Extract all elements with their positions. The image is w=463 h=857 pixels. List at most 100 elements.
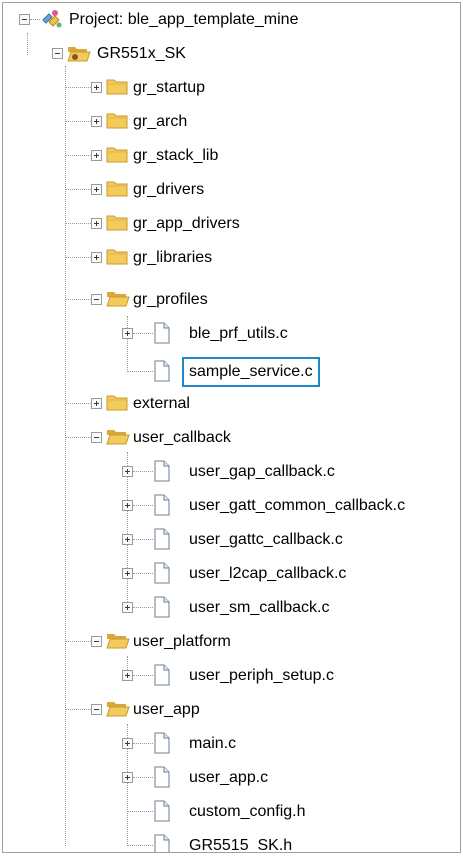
tree-row-label: user_app [133, 701, 200, 718]
tree-guide-line [65, 155, 91, 156]
tree-row-label: gr_drivers [133, 181, 205, 198]
folder-icon [106, 214, 128, 237]
collapse-toggle[interactable] [91, 432, 102, 443]
tree-guide-line [65, 709, 91, 710]
tree-row-folder[interactable]: user_callback [3, 421, 460, 455]
tree-row-label: gr_startup [133, 79, 206, 96]
folder-icon [106, 112, 128, 135]
tree-row-label: gr_libraries [133, 249, 213, 266]
file-icon [153, 494, 171, 521]
tree-row-folder[interactable]: user_app [3, 693, 460, 727]
tree-row-folder[interactable]: external [3, 387, 460, 421]
tree-row-file[interactable]: user_app.c [3, 761, 460, 795]
tree-row-file[interactable]: GR5515_SK.h [3, 829, 460, 853]
open-folder-icon [106, 428, 130, 451]
tree-guide-line [65, 121, 91, 122]
tree-row-file-selected[interactable]: sample_service.c [3, 355, 460, 389]
tree-row-label: custom_config.h [189, 803, 306, 820]
tree-row-file[interactable]: custom_config.h [3, 795, 460, 829]
expand-toggle[interactable] [122, 534, 133, 545]
tree-row-label: sample_service.c [182, 357, 320, 387]
tree-guide-line [133, 743, 153, 744]
file-icon [153, 800, 171, 827]
expand-toggle[interactable] [122, 772, 133, 783]
tree-row-label: GR5515_SK.h [189, 837, 293, 853]
tree-row-file[interactable]: user_l2cap_callback.c [3, 557, 460, 591]
tree-row-folder[interactable]: gr_stack_lib [3, 139, 460, 173]
tree-row-folder[interactable]: user_platform [3, 625, 460, 659]
tree-guide-line [65, 403, 91, 404]
tree-guide-line [133, 471, 153, 472]
file-icon [153, 562, 171, 589]
tree-row-label: user_l2cap_callback.c [189, 565, 347, 582]
expand-toggle[interactable] [122, 328, 133, 339]
file-icon [153, 460, 171, 487]
tree-row-label: user_sm_callback.c [189, 599, 330, 616]
tree-row-label: user_callback [133, 429, 231, 446]
expand-toggle[interactable] [91, 150, 102, 161]
tree-row-label: Project: ble_app_template_mine [69, 11, 299, 28]
tree-guide-line [133, 777, 153, 778]
tree-guide-line [133, 539, 153, 540]
collapse-toggle[interactable] [52, 48, 63, 59]
tree-row-folder[interactable]: gr_profiles [3, 283, 460, 317]
expand-toggle[interactable] [91, 116, 102, 127]
tree-row-label: user_app.c [189, 769, 269, 786]
collapse-toggle[interactable] [91, 704, 102, 715]
folder-icon [106, 248, 128, 271]
file-icon [153, 732, 171, 759]
project-icon [39, 8, 63, 35]
tree-guide-line [65, 223, 91, 224]
file-icon [153, 528, 171, 555]
tree-row-file[interactable]: user_gattc_callback.c [3, 523, 460, 557]
file-icon [153, 834, 171, 852]
open-folder-icon [106, 290, 130, 313]
file-icon [153, 664, 171, 691]
tree-row-file[interactable]: user_periph_setup.c [3, 659, 460, 693]
collapse-toggle[interactable] [91, 294, 102, 305]
open-folder-icon [106, 700, 130, 723]
tree-guide-line [127, 811, 153, 812]
tree-row-label: gr_arch [133, 113, 188, 130]
tree-row-project[interactable]: Project: ble_app_template_mine [3, 3, 460, 37]
tree-row-file[interactable]: user_gatt_common_callback.c [3, 489, 460, 523]
tree-guide-line [127, 371, 153, 372]
tree-row-folder[interactable]: gr_app_drivers [3, 207, 460, 241]
collapse-toggle[interactable] [19, 14, 30, 25]
file-icon [153, 360, 171, 387]
tree-row-folder[interactable]: gr_arch [3, 105, 460, 139]
tree-row-label: user_gap_callback.c [189, 463, 335, 480]
tree-row-file[interactable]: user_sm_callback.c [3, 591, 460, 625]
project-tree-view[interactable]: Project: ble_app_template_mine GR551x_SK… [2, 2, 461, 853]
expand-toggle[interactable] [91, 398, 102, 409]
tree-guide-line [65, 257, 91, 258]
tree-guide-line [133, 675, 153, 676]
tree-row-folder[interactable]: gr_startup [3, 71, 460, 105]
expand-toggle[interactable] [122, 602, 133, 613]
expand-toggle[interactable] [91, 252, 102, 263]
expand-toggle[interactable] [122, 500, 133, 511]
file-icon [153, 322, 171, 349]
expand-toggle[interactable] [122, 568, 133, 579]
expand-toggle[interactable] [122, 670, 133, 681]
tree-row-file[interactable]: ble_prf_utils.c [3, 317, 460, 351]
folder-icon [106, 146, 128, 169]
tree-row-file[interactable]: user_gap_callback.c [3, 455, 460, 489]
tree-row-label: gr_app_drivers [133, 215, 240, 232]
tree-row-file[interactable]: main.c [3, 727, 460, 761]
expand-toggle[interactable] [91, 82, 102, 93]
folder-icon [106, 180, 128, 203]
expand-toggle[interactable] [91, 184, 102, 195]
expand-toggle[interactable] [122, 466, 133, 477]
file-icon [153, 766, 171, 793]
expand-toggle[interactable] [91, 218, 102, 229]
tree-row-label: user_platform [133, 633, 231, 650]
expand-toggle[interactable] [122, 738, 133, 749]
collapse-toggle[interactable] [91, 636, 102, 647]
tree-row-target[interactable]: GR551x_SK [3, 37, 460, 71]
tree-row-label: GR551x_SK [97, 45, 186, 62]
tree-row-label: gr_stack_lib [133, 147, 219, 164]
tree-row-folder[interactable]: gr_libraries [3, 241, 460, 275]
tree-guide-line [133, 573, 153, 574]
tree-row-folder[interactable]: gr_drivers [3, 173, 460, 207]
